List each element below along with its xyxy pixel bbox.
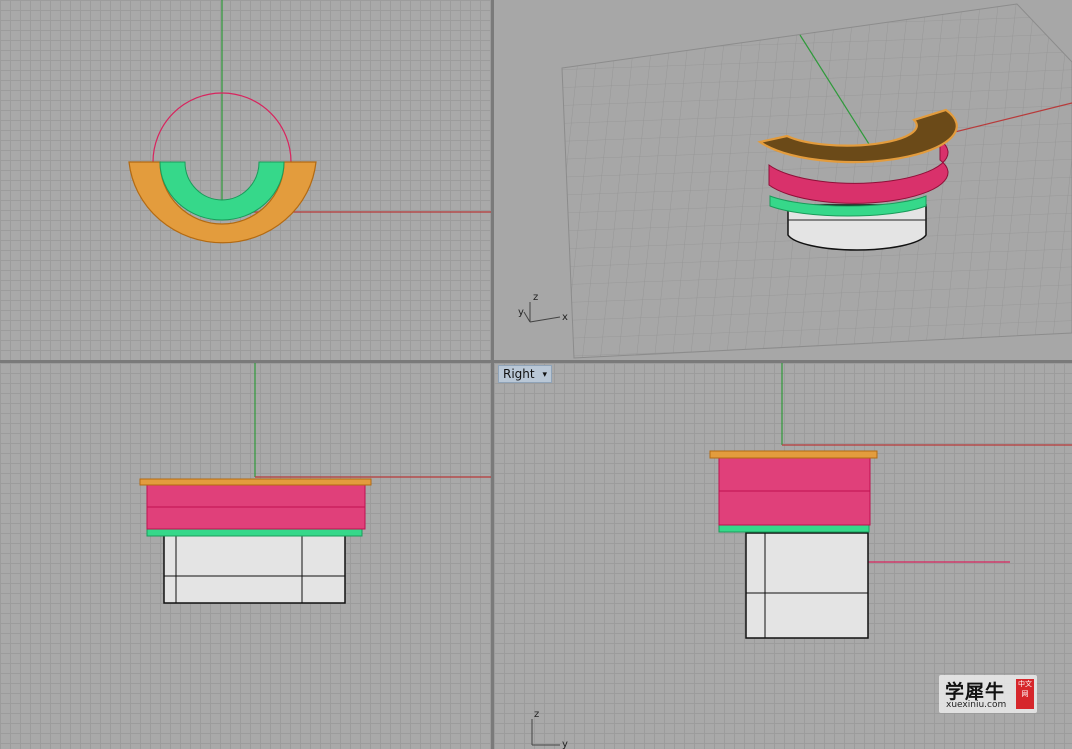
perspective-view-canvas: z x y: [518, 3, 1072, 359]
top-view-canvas: [128, 0, 491, 244]
viewport-perspective[interactable]: z x y: [494, 0, 1072, 360]
white-cylinder: [163, 534, 346, 604]
axis-z-label: z: [533, 292, 538, 303]
front-view-canvas: [139, 363, 491, 604]
axis-gizmo: z y: [531, 709, 568, 749]
watermark-logo: 学犀牛 xuexiniu.com 中文网: [939, 675, 1037, 713]
axis-z-label: z: [534, 709, 539, 720]
watermark-badge: 中文网: [1016, 679, 1034, 709]
axis-x-label: x: [562, 312, 568, 323]
white-cylinder: [745, 532, 869, 639]
half-ring-ledge: [139, 478, 372, 486]
axis-y-label: y: [562, 739, 568, 749]
viewport-grid: z x y Right ▾ z y 学犀牛 xuexiniu.com 中文网: [0, 0, 1072, 749]
watermark-url: xuexiniu.com: [946, 700, 1007, 710]
half-ring-ledge: [709, 450, 878, 459]
axis-y-label: y: [518, 307, 524, 318]
viewport-front[interactable]: [0, 363, 491, 749]
axis-gizmo: z x y: [518, 292, 568, 323]
viewport-top[interactable]: [0, 0, 491, 360]
